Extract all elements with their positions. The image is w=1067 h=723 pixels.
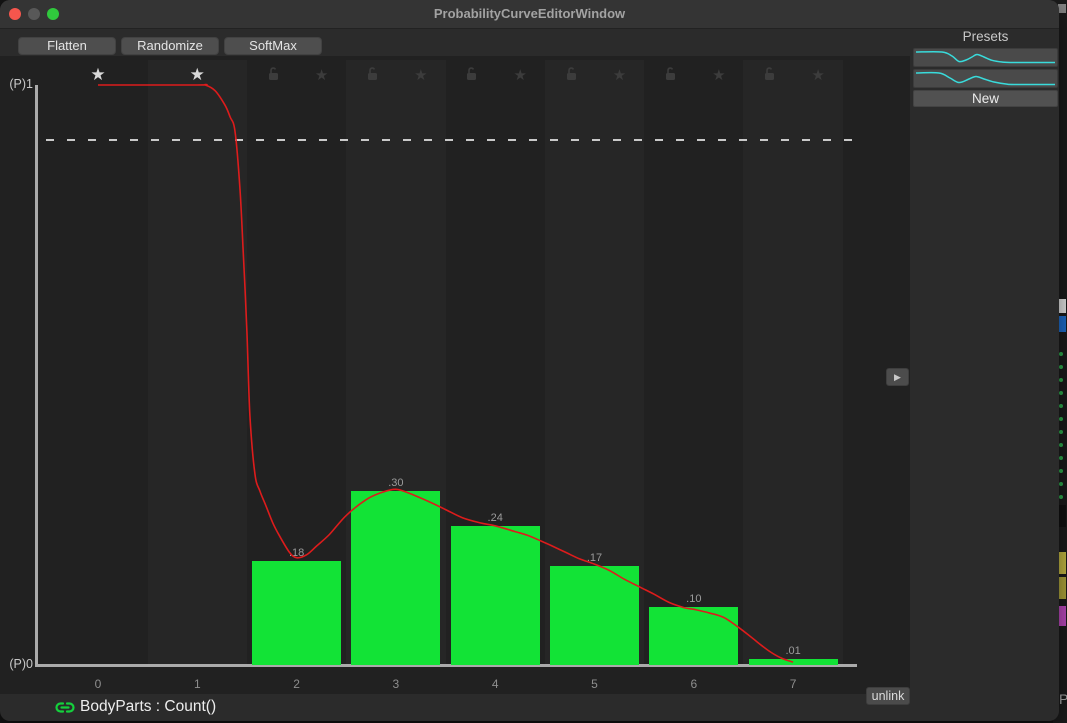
y-axis-line (35, 85, 38, 666)
star-icon[interactable]: ★ (307, 67, 337, 84)
probability-bar[interactable] (749, 659, 838, 665)
desktop: P ProbabilityCurveEditorWindow Flatten R… (0, 0, 1067, 723)
background-fragment (1058, 577, 1066, 599)
background-dot (1059, 443, 1063, 447)
background-fragment (1058, 606, 1066, 626)
preset-curve-thumbnail (914, 49, 1057, 66)
probability-bar[interactable] (451, 526, 540, 665)
background-dot (1059, 378, 1063, 382)
background-fragment (1058, 552, 1066, 574)
new-preset-button[interactable]: New (913, 90, 1058, 107)
x-tick-label: 7 (773, 677, 813, 691)
unlink-button[interactable]: unlink (866, 687, 910, 705)
background-partial-text: P (1059, 691, 1067, 707)
bar-value-label: .01 (763, 645, 823, 657)
preset-curve-thumbnail (914, 70, 1057, 87)
pinned-star-icon[interactable]: ★ (182, 66, 212, 83)
background-fragment (1058, 299, 1066, 313)
background-dot (1059, 365, 1063, 369)
background-dot (1059, 430, 1063, 434)
probability-curve-editor-window: ProbabilityCurveEditorWindow Flatten Ran… (0, 0, 1059, 721)
link-icon (55, 700, 75, 715)
binding-label: BodyParts : Count() (80, 698, 216, 716)
bar-value-label: .17 (565, 552, 625, 564)
x-tick-label: 6 (674, 677, 714, 691)
lock-icon[interactable] (565, 66, 578, 86)
title-bar[interactable]: ProbabilityCurveEditorWindow (0, 0, 1059, 29)
probability-bar[interactable] (351, 491, 440, 665)
grid-column-band (48, 60, 147, 666)
play-arrow-icon: ▶ (894, 372, 901, 382)
background-fragment (1058, 505, 1066, 527)
background-dot (1059, 391, 1063, 395)
expand-arrow-button[interactable]: ▶ (886, 368, 909, 386)
grid-column-band (148, 60, 247, 666)
probability-bar[interactable] (252, 561, 341, 665)
flatten-button[interactable]: Flatten (18, 37, 116, 55)
x-tick-label: 1 (177, 677, 217, 691)
background-dot (1059, 469, 1063, 473)
bar-value-label: .24 (465, 512, 525, 524)
pinned-star-icon[interactable]: ★ (83, 66, 113, 83)
bar-value-label: .18 (267, 547, 327, 559)
probability-chart-canvas[interactable]: ▶ (P)1 (P)0 0 1 2 3 4 5 6 7 .18 .30 .24 .17 .10 .01 ★ ★ ★ ★… (0, 56, 910, 694)
preset-curve-button-1[interactable] (913, 48, 1058, 67)
distribution-binding[interactable]: BodyParts : Count() (55, 697, 216, 717)
lock-icon[interactable] (664, 66, 677, 86)
star-icon[interactable]: ★ (605, 67, 635, 84)
lock-icon[interactable] (267, 66, 280, 86)
lock-icon[interactable] (366, 66, 379, 86)
background-dot (1059, 482, 1063, 486)
lock-icon[interactable] (465, 66, 478, 86)
probability-bar[interactable] (649, 607, 738, 665)
presets-title: Presets (913, 29, 1058, 44)
softmax-button[interactable]: SoftMax (224, 37, 322, 55)
star-icon[interactable]: ★ (406, 67, 436, 84)
preset-curve-button-2[interactable] (913, 69, 1058, 88)
x-tick-label: 4 (475, 677, 515, 691)
probability-one-dashed-line (46, 139, 852, 141)
window-title: ProbabilityCurveEditorWindow (0, 0, 1059, 28)
background-dot (1059, 495, 1063, 499)
background-dot (1059, 456, 1063, 460)
x-tick-label: 2 (277, 677, 317, 691)
x-tick-label: 5 (575, 677, 615, 691)
grid-column-band (644, 60, 743, 666)
probability-bar[interactable] (550, 566, 639, 665)
y-axis-top-label: (P)1 (0, 77, 33, 91)
background-fragment (1058, 316, 1066, 332)
background-dot (1059, 417, 1063, 421)
star-icon[interactable]: ★ (803, 67, 833, 84)
y-axis-bottom-label: (P)0 (0, 657, 33, 671)
grid-column-band (743, 60, 842, 666)
star-icon[interactable]: ★ (505, 67, 535, 84)
randomize-button[interactable]: Randomize (121, 37, 219, 55)
background-dot (1059, 404, 1063, 408)
bar-value-label: .30 (366, 477, 426, 489)
background-fragment (1058, 4, 1066, 13)
star-icon[interactable]: ★ (704, 67, 734, 84)
lock-icon[interactable] (763, 66, 776, 86)
x-tick-label: 3 (376, 677, 416, 691)
x-tick-label: 0 (78, 677, 118, 691)
background-dot (1059, 352, 1063, 356)
bar-value-label: .10 (664, 593, 724, 605)
